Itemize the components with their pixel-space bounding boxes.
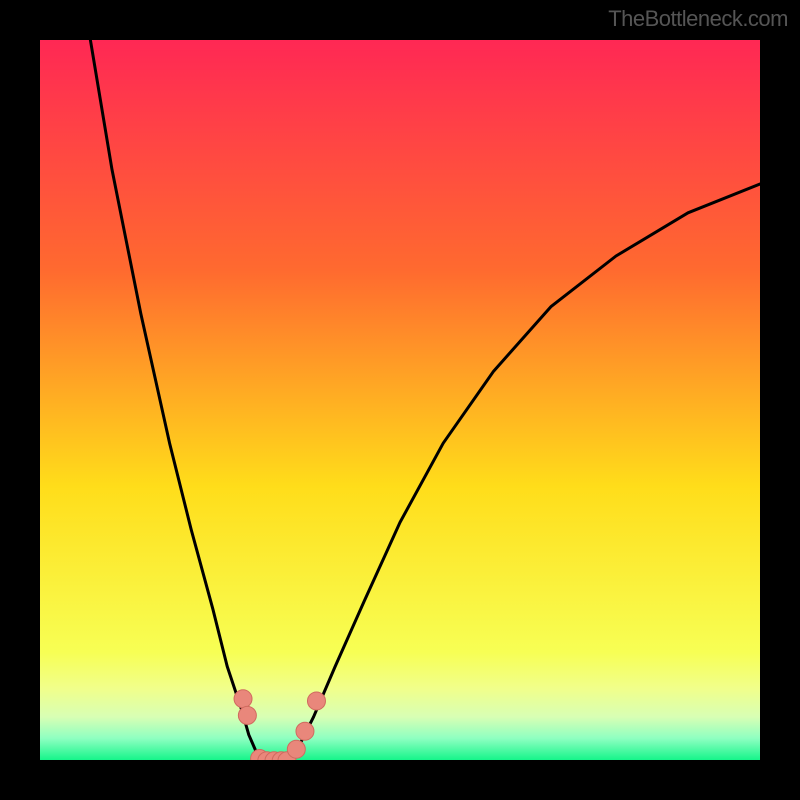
chart-container: TheBottleneck.com [0, 0, 800, 800]
watermark-label: TheBottleneck.com [608, 6, 788, 32]
data-marker [307, 692, 325, 710]
gradient-background [40, 40, 760, 760]
data-marker [234, 690, 252, 708]
data-marker [238, 706, 256, 724]
data-marker [296, 722, 314, 740]
data-marker [287, 740, 305, 758]
plot-area [40, 40, 760, 760]
